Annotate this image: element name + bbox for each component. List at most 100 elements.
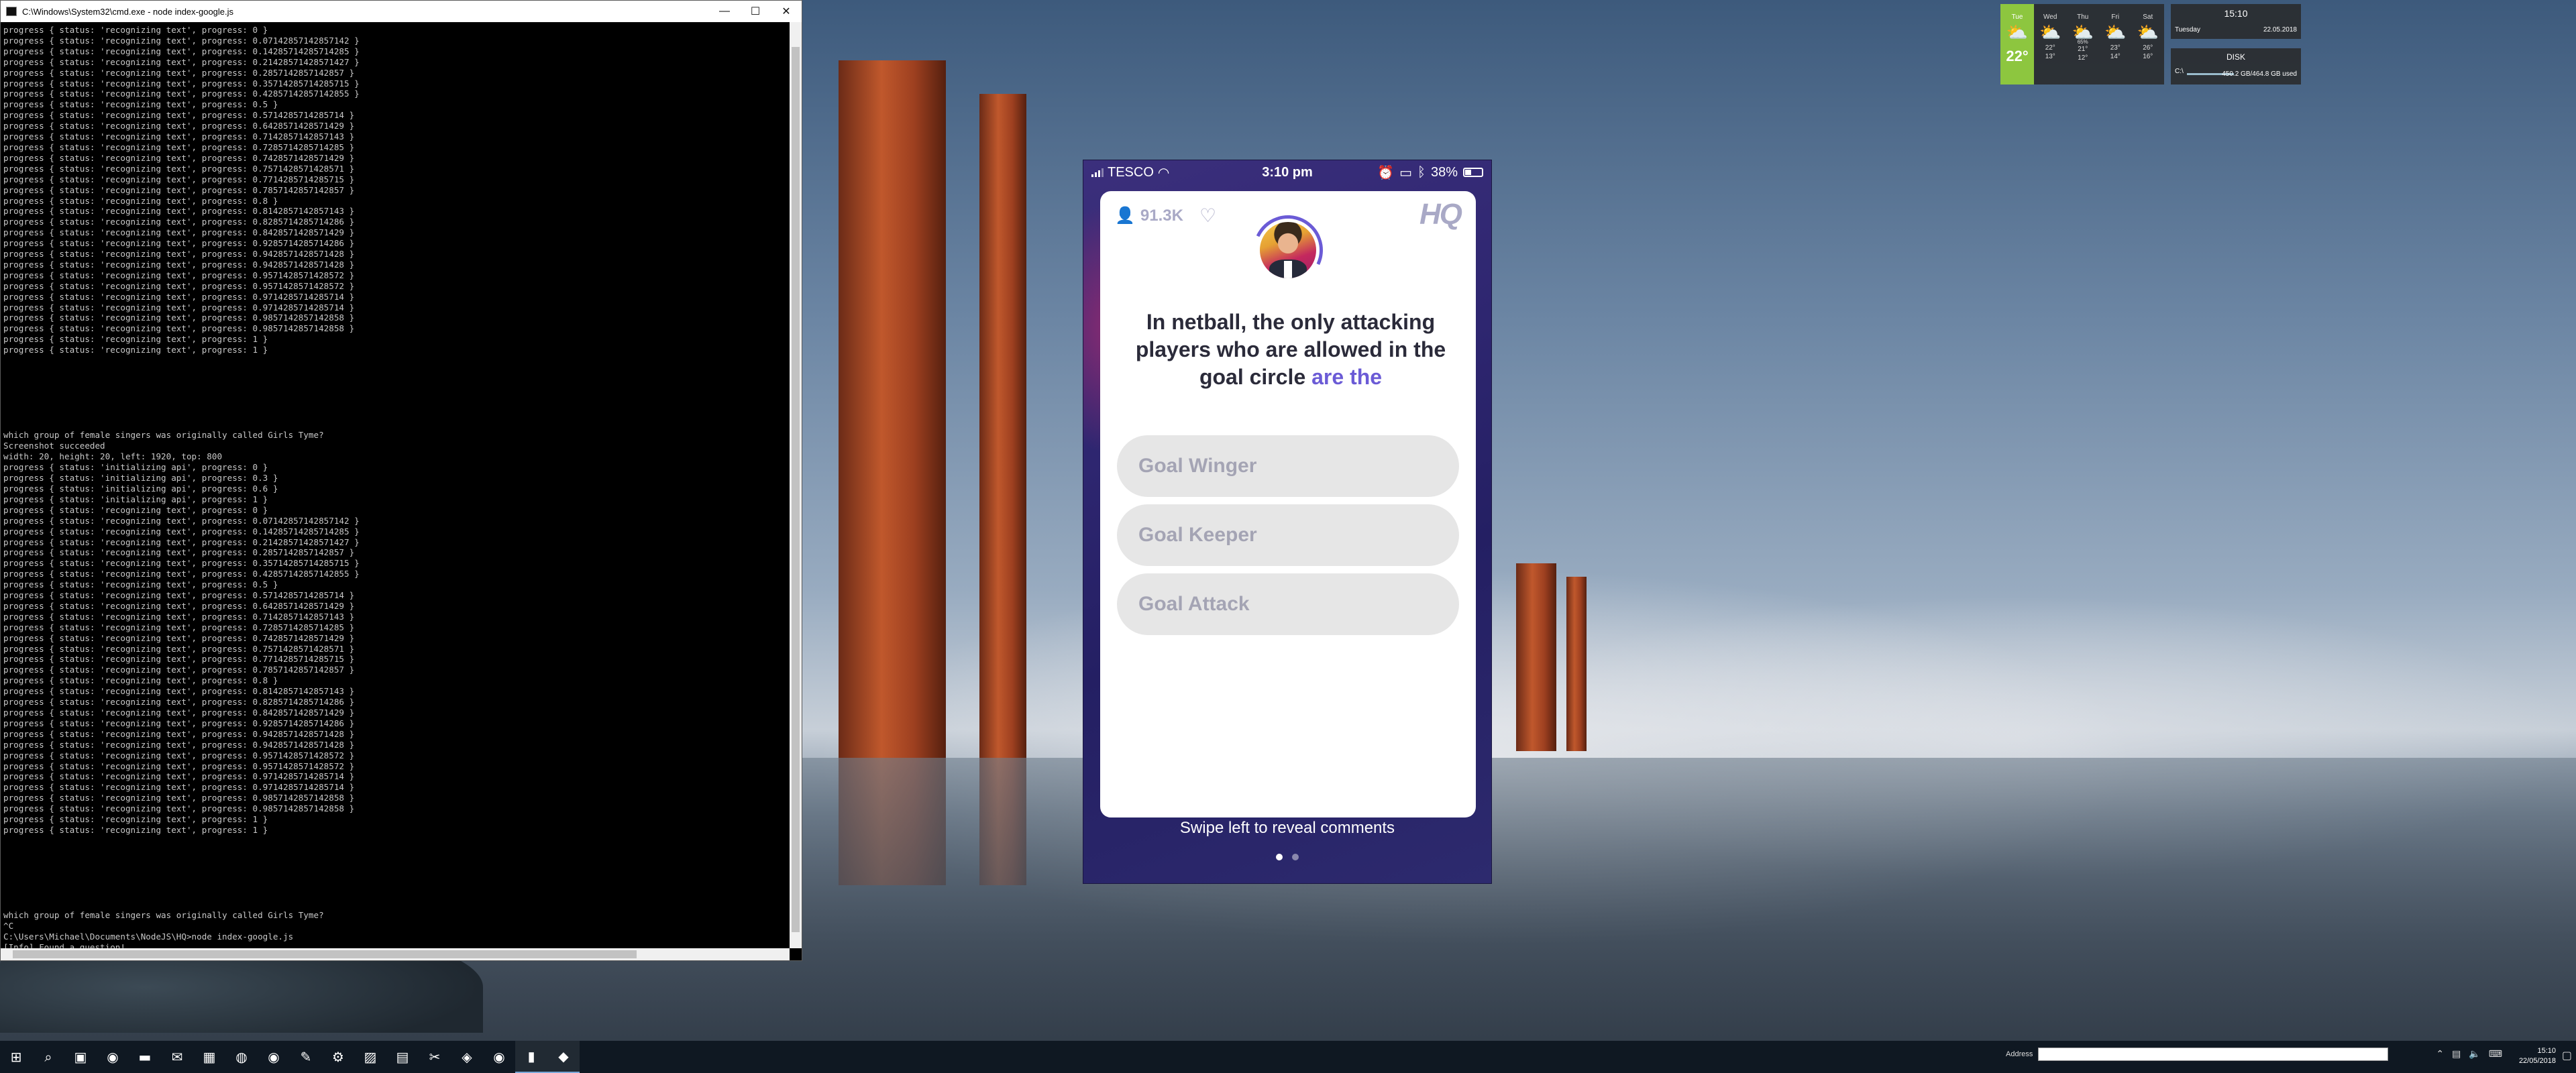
answer-option-3[interactable]: Goal Attack — [1117, 573, 1459, 635]
console-line: progress { status: 'recognizing text', p… — [3, 686, 355, 697]
question-text: In netball, the only attacking players w… — [1126, 308, 1456, 391]
keyboard-icon[interactable]: ⌨ — [2489, 1049, 2502, 1060]
cloud-sun-icon: ⛅ — [2137, 22, 2159, 42]
phone-mirror-window[interactable]: TESCO ◠ 3:10 pm ⏰ ▭ ᛒ 38% 👤 91.3K ♡ HQ I… — [1083, 160, 1492, 884]
disk-widget-title: DISK — [2226, 52, 2245, 62]
question-card: 👤 91.3K ♡ HQ In netball, the only attack… — [1100, 191, 1476, 817]
console-line: progress { status: 'recognizing text', p… — [3, 771, 355, 782]
console-line: progress { status: 'recognizing text', p… — [3, 227, 355, 238]
battery-fill — [1465, 170, 1472, 175]
cloud-sun-icon: ⛅ — [2039, 22, 2061, 42]
xbox-icon[interactable]: ◍ — [225, 1041, 258, 1073]
paint-icon[interactable]: ✎ — [290, 1041, 322, 1073]
weather-widget: Tue ⛅ 22° Wed ⛅ 22° 13° Thu ⛅ 65% 21° 12… — [2000, 4, 2164, 84]
console-line: progress { status: 'recognizing text', p… — [3, 334, 268, 345]
weather-day-today: Tue ⛅ 22° — [2000, 4, 2034, 84]
console-line: progress { status: 'recognizing text', p… — [3, 760, 355, 771]
console-line: progress { status: 'recognizing text', p… — [3, 46, 360, 56]
console-line: progress { status: 'recognizing text', p… — [3, 504, 268, 515]
outlook-icon[interactable]: ✉ — [161, 1041, 193, 1073]
console-line: ^C — [3, 921, 14, 931]
console-line: progress { status: 'recognizing text', p… — [3, 249, 355, 260]
snip-icon[interactable]: ✂ — [419, 1041, 451, 1073]
console-line: progress { status: 'recognizing text', p… — [3, 515, 360, 526]
console-window[interactable]: C:\Windows\System32\cmd.exe - node index… — [0, 0, 802, 961]
console-line: progress { status: 'recognizing text', p… — [3, 824, 268, 835]
weather-day-name: Wed — [2043, 13, 2057, 21]
console-line: progress { status: 'recognizing text', p… — [3, 611, 355, 622]
console-horizontal-scrollbar[interactable] — [1, 948, 790, 960]
address-label: Address — [2006, 1050, 2033, 1058]
search-icon[interactable]: ⌕ — [32, 1041, 64, 1073]
bridge-tower-far — [1516, 563, 1556, 751]
weather-day: Sat ⛅ 26° 16° — [2132, 4, 2165, 84]
settings-icon[interactable]: ⚙ — [322, 1041, 354, 1073]
console-line: progress { status: 'recognizing text', p… — [3, 345, 268, 355]
chrome-icon[interactable]: ◉ — [258, 1041, 290, 1073]
console-line: progress { status: 'recognizing text', p… — [3, 793, 355, 803]
scrollbar-thumb[interactable] — [13, 950, 637, 958]
visual-studio-icon[interactable]: ◈ — [451, 1041, 483, 1073]
console-line: progress { status: 'recognizing text', p… — [3, 110, 355, 121]
excel-icon[interactable]: ▦ — [193, 1041, 225, 1073]
photos-icon[interactable]: ▨ — [354, 1041, 386, 1073]
windows-start-icon[interactable]: ⊞ — [0, 1041, 32, 1073]
volume-icon[interactable]: 🔈 — [2469, 1049, 2480, 1060]
terminal-icon[interactable]: ▮ — [515, 1041, 547, 1073]
weather-high: 23° — [2110, 44, 2121, 52]
person-icon: 👤 — [1115, 207, 1135, 225]
console-line: progress { status: 'recognizing text', p… — [3, 526, 360, 536]
question-highlight: are the — [1311, 365, 1383, 389]
console-line: progress { status: 'recognizing text', p… — [3, 78, 360, 89]
console-line: progress { status: 'recognizing text', p… — [3, 152, 355, 163]
question-main: In netball, the only attacking players w… — [1135, 310, 1446, 389]
console-line: progress { status: 'initializing api', p… — [3, 462, 268, 473]
clock-widget-date: 22.05.2018 — [2263, 26, 2297, 34]
console-line: progress { status: 'recognizing text', p… — [3, 142, 355, 152]
viewer-count: 👤 91.3K — [1115, 206, 1183, 225]
address-input[interactable] — [2038, 1048, 2389, 1061]
weather-low: 14° — [2110, 53, 2121, 60]
clock-widget: 15:10 Tuesday 22.05.2018 — [2171, 4, 2301, 39]
console-line: progress { status: 'recognizing text', p… — [3, 697, 355, 708]
answer-option-1[interactable]: Goal Winger — [1117, 435, 1459, 497]
store-icon[interactable]: ▤ — [386, 1041, 419, 1073]
weather-note: 65% — [2077, 39, 2088, 45]
chrome-icon[interactable]: ◉ — [97, 1041, 129, 1073]
battery-icon — [1463, 168, 1483, 177]
taskbar-clock[interactable]: 15:10 22/05/2018 — [2519, 1046, 2556, 1066]
heart-icon[interactable]: ♡ — [1199, 205, 1216, 227]
weather-high: 26° — [2143, 44, 2153, 52]
scrollbar-thumb[interactable] — [792, 47, 800, 932]
console-line: progress { status: 'recognizing text', p… — [3, 579, 278, 590]
chrome-icon[interactable]: ◉ — [483, 1041, 515, 1073]
console-vertical-scrollbar[interactable] — [790, 22, 802, 948]
console-output[interactable]: progress { status: 'recognizing text', p… — [1, 22, 790, 948]
task-view-icon[interactable]: ▣ — [64, 1041, 97, 1073]
file-explorer-icon[interactable]: ▬ — [129, 1041, 161, 1073]
minimize-icon[interactable]: — — [709, 1, 740, 22]
console-line: progress { status: 'recognizing text', p… — [3, 270, 355, 280]
hq-app-icon[interactable]: ◆ — [547, 1041, 580, 1073]
close-icon[interactable]: ✕ — [771, 1, 802, 22]
console-line: progress { status: 'recognizing text', p… — [3, 622, 355, 632]
console-line: progress { status: 'recognizing text', p… — [3, 131, 355, 142]
console-line: progress { status: 'recognizing text', p… — [3, 121, 355, 131]
weather-current-temp: 22° — [2006, 48, 2029, 64]
chevron-up-icon[interactable]: ⌃ — [2436, 1049, 2444, 1060]
weather-day: Wed ⛅ 22° 13° — [2034, 4, 2067, 84]
console-line: progress { status: 'recognizing text', p… — [3, 323, 355, 334]
maximize-icon[interactable]: ☐ — [740, 1, 771, 22]
action-center-icon[interactable]: ▢ — [2562, 1049, 2572, 1062]
answer-option-2[interactable]: Goal Keeper — [1117, 504, 1459, 566]
network-icon[interactable]: ▤ — [2452, 1049, 2461, 1060]
console-titlebar[interactable]: C:\Windows\System32\cmd.exe - node index… — [1, 1, 802, 22]
console-line: progress { status: 'initializing api', p… — [3, 473, 278, 484]
console-line: progress { status: 'recognizing text', p… — [3, 803, 355, 814]
